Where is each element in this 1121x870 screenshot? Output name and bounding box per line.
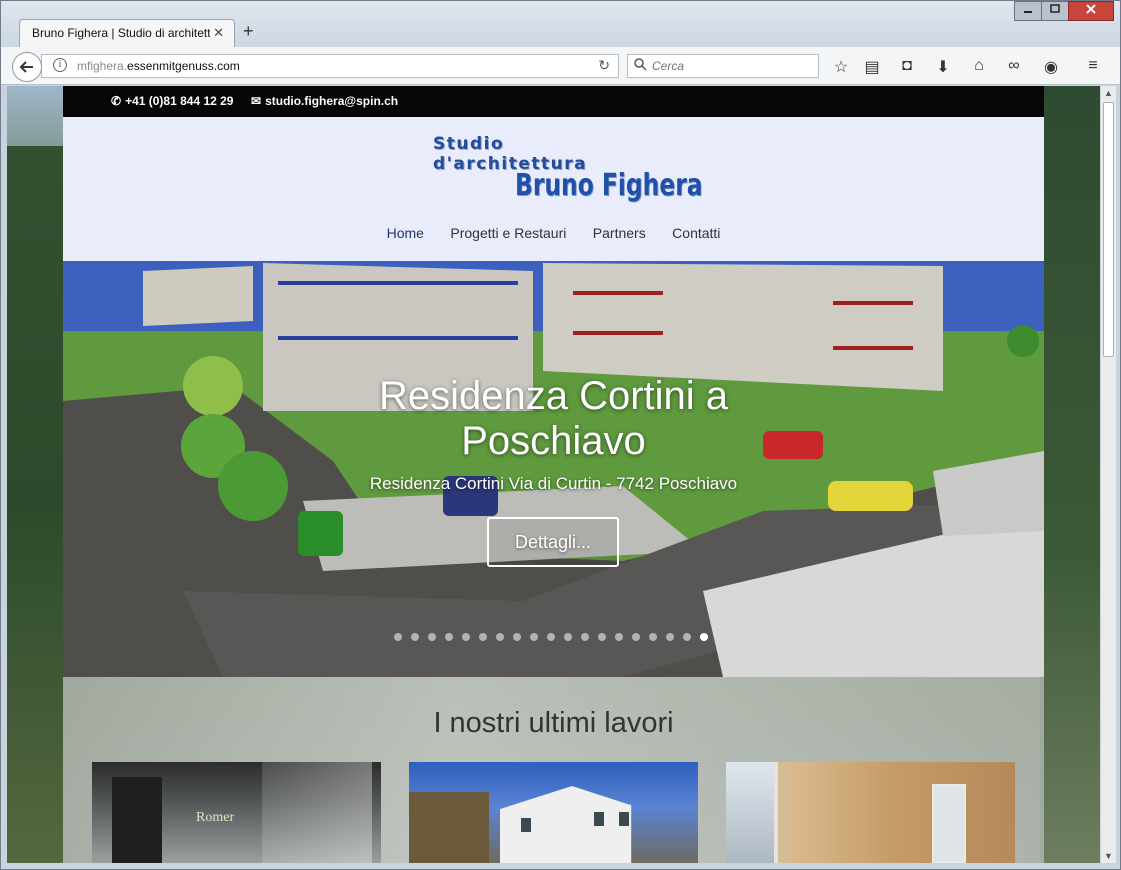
page-scrollbar[interactable]: ▲ ▼ — [1100, 86, 1116, 863]
site-header: Studio d'architettura Bruno Fighera Home… — [63, 117, 1044, 261]
home-icon[interactable]: ⌂ — [969, 57, 989, 75]
menu-item-home[interactable]: Home — [387, 225, 424, 241]
slider-dot[interactable] — [462, 633, 470, 641]
mail-icon: ✉ — [251, 94, 262, 108]
new-tab-button[interactable]: + — [243, 21, 254, 42]
scroll-thumb[interactable] — [1103, 102, 1114, 357]
main-menu: Home Progetti e Restauri Partners Contat… — [63, 225, 1044, 243]
thumb1-glass — [262, 762, 372, 863]
minimize-icon — [1024, 11, 1032, 13]
contact-top-bar: ✆ +41 (0)81 844 12 29 ✉ studio.fighera@spi… — [63, 86, 1044, 117]
slider-dot[interactable] — [666, 633, 674, 641]
slider-dot[interactable] — [598, 633, 606, 641]
slider-dot[interactable] — [581, 633, 589, 641]
sync-icon[interactable]: ◉ — [1041, 57, 1061, 77]
url-bar[interactable]: i mfighera.essenmitgenuss.com ↻ — [41, 54, 619, 78]
minimize-button[interactable] — [1014, 1, 1042, 21]
reading-list-icon[interactable]: ▤ — [862, 57, 882, 77]
menu-icon[interactable]: ≡ — [1083, 57, 1103, 75]
slider-dot[interactable] — [496, 633, 504, 641]
reload-icon[interactable]: ↻ — [598, 57, 610, 74]
slider-dots — [394, 633, 714, 645]
slider-dot[interactable] — [479, 633, 487, 641]
slider-dot[interactable] — [649, 633, 657, 641]
details-button[interactable]: Dettagli... — [487, 517, 619, 567]
search-icon — [634, 58, 647, 71]
thumb1-dark-panel — [112, 777, 162, 863]
email-address: studio.fighera@spin.ch — [265, 94, 399, 108]
logo-name-text[interactable]: Bruno Fighera — [515, 168, 703, 203]
navigation-toolbar: i mfighera.essenmitgenuss.com ↻ ☆ ▤ ◘ ⬇ … — [1, 47, 1120, 85]
back-button[interactable] — [12, 52, 42, 82]
bookmark-star-icon[interactable]: ☆ — [831, 57, 851, 77]
hero-subtitle: Residenza Cortini Via di Curtin - 7742 P… — [369, 474, 738, 493]
slider-dot[interactable] — [683, 633, 691, 641]
thumb3-window — [726, 762, 778, 863]
slider-dot[interactable] — [615, 633, 623, 641]
phone-link[interactable]: ✆ +41 (0)81 844 12 29 — [111, 94, 233, 108]
hero-title-line1: Residenza Cortini a — [378, 374, 729, 418]
tab-title: Bruno Fighera | Studio di architett — [32, 26, 210, 40]
mask-icon[interactable]: ∞ — [1004, 57, 1024, 75]
phone-icon: ✆ — [111, 94, 122, 108]
thumb2-hill — [409, 792, 489, 863]
slider-dot[interactable] — [394, 633, 402, 641]
url-domain: essenmitgenuss.com — [127, 59, 240, 73]
download-icon[interactable]: ⬇ — [933, 57, 953, 77]
slider-dot[interactable] — [411, 633, 419, 641]
menu-item-contacts[interactable]: Contatti — [672, 225, 720, 241]
hero-slider: Residenza Cortini a Poschiavo Residenza … — [63, 261, 1044, 677]
browser-tab[interactable]: Bruno Fighera | Studio di architett ✕ — [19, 19, 235, 47]
close-icon — [1086, 4, 1096, 14]
slider-dot[interactable] — [547, 633, 555, 641]
close-window-button[interactable] — [1068, 1, 1114, 21]
latest-works-section: I nostri ultimi lavori Romer — [63, 677, 1044, 863]
thumb2-window — [521, 818, 531, 832]
thumb1-sign: Romer — [196, 810, 235, 825]
back-arrow-icon — [19, 61, 33, 73]
page-viewport: ✆ +41 (0)81 844 12 29 ✉ studio.fighera@spi… — [7, 86, 1100, 863]
tab-close-icon[interactable]: ✕ — [213, 25, 224, 41]
thumb2-window — [619, 812, 629, 826]
thumb2-window — [594, 812, 604, 826]
pocket-icon[interactable]: ◘ — [897, 57, 917, 75]
menu-item-projects[interactable]: Progetti e Restauri — [450, 225, 566, 241]
email-link[interactable]: ✉ studio.fighera@spin.ch — [251, 94, 398, 108]
works-title: I nostri ultimi lavori — [433, 707, 674, 739]
slider-dot[interactable] — [632, 633, 640, 641]
thumb3-door — [932, 784, 966, 863]
scroll-up-icon[interactable]: ▲ — [1104, 88, 1113, 98]
background-mountain-right — [1040, 86, 1100, 863]
background-mountain-left — [7, 146, 63, 863]
search-input[interactable] — [652, 58, 812, 74]
maximize-icon — [1050, 4, 1060, 13]
slider-dot[interactable] — [445, 633, 453, 641]
hero-title: Residenza Cortini a Poschiavo — [63, 374, 1044, 464]
slider-dot[interactable] — [700, 633, 708, 641]
phone-number: +41 (0)81 844 12 29 — [125, 94, 234, 108]
browser-window: Bruno Fighera | Studio di architett ✕ + … — [0, 0, 1121, 870]
maximize-button[interactable] — [1041, 1, 1069, 21]
slider-dot[interactable] — [564, 633, 572, 641]
slider-dot[interactable] — [513, 633, 521, 641]
slider-dot[interactable] — [530, 633, 538, 641]
url-subdomain: mfighera. — [77, 59, 128, 73]
title-bar: Bruno Fighera | Studio di architett ✕ + — [1, 1, 1120, 47]
work-thumbnail-1[interactable]: Romer — [92, 762, 381, 863]
hero-rendering-image — [63, 261, 1044, 677]
menu-item-partners[interactable]: Partners — [593, 225, 646, 241]
hero-title-line2: Poschiavo — [461, 419, 646, 463]
work-thumbnail-2[interactable] — [409, 762, 698, 863]
info-icon[interactable]: i — [53, 58, 67, 72]
scroll-down-icon[interactable]: ▼ — [1104, 851, 1113, 861]
work-thumbnail-3[interactable] — [726, 762, 1015, 863]
url-text: mfighera.essenmitgenuss.com — [77, 59, 240, 73]
search-bar[interactable] — [627, 54, 819, 78]
slider-dot[interactable] — [428, 633, 436, 641]
site-container: ✆ +41 (0)81 844 12 29 ✉ studio.fighera@spi… — [63, 86, 1044, 863]
